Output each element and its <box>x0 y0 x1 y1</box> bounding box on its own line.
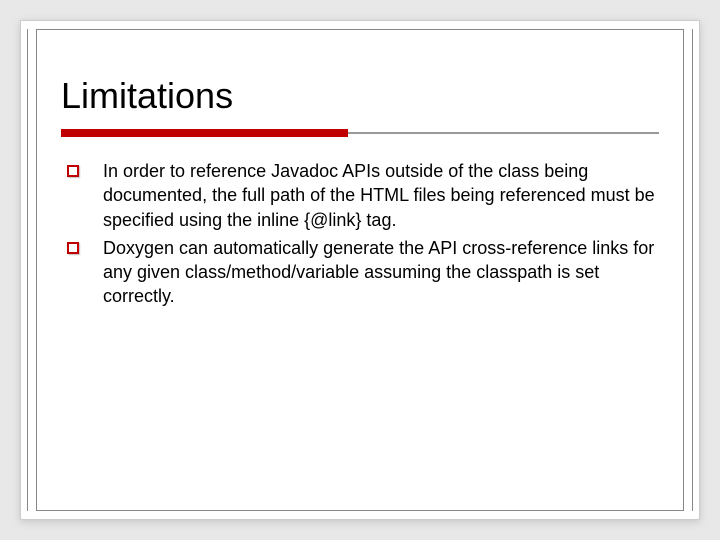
frame-border-bottom <box>36 510 684 511</box>
divider-accent <box>61 129 348 137</box>
frame-border-right-inner <box>683 29 684 511</box>
frame-border-left-outer <box>27 29 28 511</box>
divider-gray <box>348 132 659 134</box>
content-area: Limitations In order to reference Javado… <box>21 21 699 343</box>
list-item: In order to reference Javadoc APIs outsi… <box>67 159 659 232</box>
slide: Limitations In order to reference Javado… <box>20 20 700 520</box>
bullet-text: Doxygen can automatically generate the A… <box>103 236 659 309</box>
slide-title: Limitations <box>61 75 659 117</box>
bullet-text: In order to reference Javadoc APIs outsi… <box>103 159 659 232</box>
frame-border-top <box>36 29 684 30</box>
square-bullet-icon <box>67 165 79 177</box>
list-item: Doxygen can automatically generate the A… <box>67 236 659 309</box>
frame-border-left-inner <box>36 29 37 511</box>
divider <box>61 129 659 137</box>
frame-border-right-outer <box>692 29 693 511</box>
bullet-list: In order to reference Javadoc APIs outsi… <box>61 159 659 309</box>
square-bullet-icon <box>67 242 79 254</box>
